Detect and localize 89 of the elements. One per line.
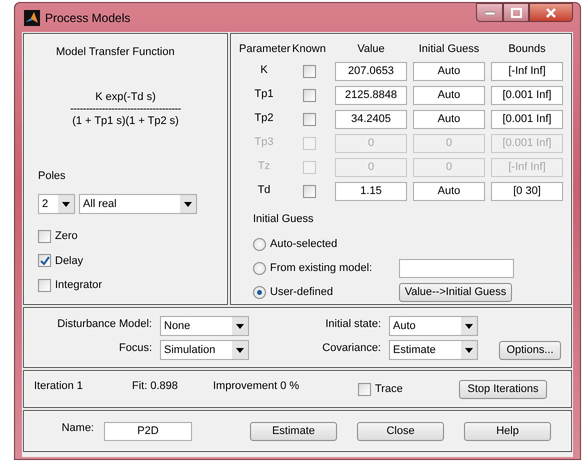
dropdown-arrow-icon <box>465 348 473 352</box>
poles-label: Poles <box>38 168 67 184</box>
radio-label: Auto-selected <box>270 236 338 252</box>
checkbox[interactable] <box>358 382 371 396</box>
column-header: Initial Guess <box>418 42 480 57</box>
close-button[interactable] <box>529 3 573 22</box>
section-label: Initial Guess <box>253 212 315 227</box>
value-field[interactable]: 2125.8848 <box>335 86 407 105</box>
field-label: Initial state: <box>324 317 381 332</box>
field-label: Disturbance Model: <box>56 317 152 332</box>
formula-denominator: (1 + Tp1 s)(1 + Tp2 s) <box>72 114 179 129</box>
radio-button[interactable] <box>253 286 266 298</box>
field-label: Focus: <box>118 341 152 356</box>
footer-button[interactable]: Estimate <box>250 422 337 440</box>
stop-iterations-button[interactable]: Stop Iterations <box>459 380 547 398</box>
bounds-field[interactable]: [0.001 Inf] <box>491 110 563 129</box>
radio-button[interactable] <box>253 262 266 274</box>
improvement-text: Improvement 0 % <box>213 378 300 394</box>
bounds-field[interactable]: [0.001 Inf] <box>491 86 563 105</box>
parameter-name: K <box>259 63 269 78</box>
fraction-line: ----------------------------------- <box>70 105 181 113</box>
parameter-name: Tz <box>256 159 272 174</box>
initial-guess-field[interactable]: Auto <box>413 86 485 105</box>
dropdown-arrow-icon <box>236 324 244 328</box>
maximize-icon <box>510 8 522 18</box>
footer-button[interactable]: Close <box>357 422 444 440</box>
value-field: 0 <box>335 134 407 153</box>
model-name-field[interactable] <box>399 258 514 278</box>
dropdown-arrow-icon <box>184 202 192 206</box>
radio-button[interactable] <box>253 238 266 250</box>
checkbox-label: Integrator <box>55 278 102 293</box>
checkbox-label: Zero <box>55 229 78 244</box>
name-label: Name: <box>60 420 94 436</box>
value-field: 0 <box>335 158 407 177</box>
maximize-button[interactable] <box>503 3 529 22</box>
checkbox[interactable] <box>302 113 316 126</box>
dropdown-arrow-icon <box>236 348 244 352</box>
dropdown[interactable]: Estimate <box>389 340 478 360</box>
bounds-field: [0.001 Inf] <box>491 134 563 153</box>
dropdown[interactable]: None <box>160 316 249 336</box>
value-field[interactable]: 207.0653 <box>335 62 407 81</box>
panel-title: Model Transfer Function <box>56 45 176 60</box>
dropdown[interactable]: All real <box>79 194 197 214</box>
dropdown-arrow-icon <box>62 202 70 206</box>
initial-guess-field[interactable]: Auto <box>413 110 485 129</box>
options-button[interactable]: Options... <box>499 341 561 360</box>
window-title: Process Models <box>45 10 130 26</box>
bounds-field: [-Inf Inf] <box>491 158 563 177</box>
app-logo-icon <box>24 10 40 26</box>
initial-guess-field[interactable]: Auto <box>413 182 485 201</box>
dropdown[interactable]: 2 <box>38 194 75 214</box>
value-field[interactable]: 1.15 <box>335 182 407 201</box>
bounds-field[interactable]: [0 30] <box>491 182 563 201</box>
column-header: Bounds <box>507 42 547 57</box>
initial-guess-field[interactable]: Auto <box>413 62 485 81</box>
checkbox-label: Trace <box>375 382 403 397</box>
initial-guess-field: 0 <box>413 158 485 177</box>
dropdown[interactable]: Simulation <box>160 340 249 360</box>
initial-guess-field: 0 <box>413 134 485 153</box>
fit-text: Fit: 0.898 <box>132 378 179 394</box>
footer-button[interactable]: Help <box>464 422 551 440</box>
column-header: Parameter <box>239 42 289 57</box>
checkbox[interactable] <box>302 89 316 102</box>
column-header: Value <box>356 42 386 57</box>
dropdown-arrow-icon <box>465 324 473 328</box>
value-field[interactable]: 34.2405 <box>335 110 407 129</box>
value-to-initial-guess-button[interactable]: Value-->Initial Guess <box>399 282 512 302</box>
radio-label: From existing model: <box>270 260 374 276</box>
parameter-name: Tp1 <box>254 87 274 102</box>
iteration-text: Iteration 1 <box>34 378 84 394</box>
name-field[interactable]: P2D <box>104 422 192 440</box>
parameter-name: Td <box>256 183 272 198</box>
checkbox[interactable] <box>302 65 316 78</box>
minimize-icon <box>484 10 494 14</box>
parameter-name: Tp2 <box>254 111 274 126</box>
dropdown[interactable]: Auto <box>389 316 478 336</box>
column-header: Known <box>291 42 327 57</box>
checkbox[interactable] <box>38 278 51 292</box>
radio-label: User-defined <box>270 284 334 300</box>
checkbox[interactable] <box>302 185 316 198</box>
formula-numerator: K exp(-Td s) <box>95 90 156 104</box>
checkbox[interactable] <box>38 230 51 243</box>
checkbox[interactable] <box>38 254 51 268</box>
checkbox-label: Delay <box>55 254 84 268</box>
field-label: Covariance: <box>321 341 381 356</box>
close-icon <box>545 8 557 18</box>
bounds-field[interactable]: [-Inf Inf] <box>491 62 563 81</box>
parameter-name: Tp3 <box>254 135 274 150</box>
minimize-button[interactable] <box>476 3 503 22</box>
